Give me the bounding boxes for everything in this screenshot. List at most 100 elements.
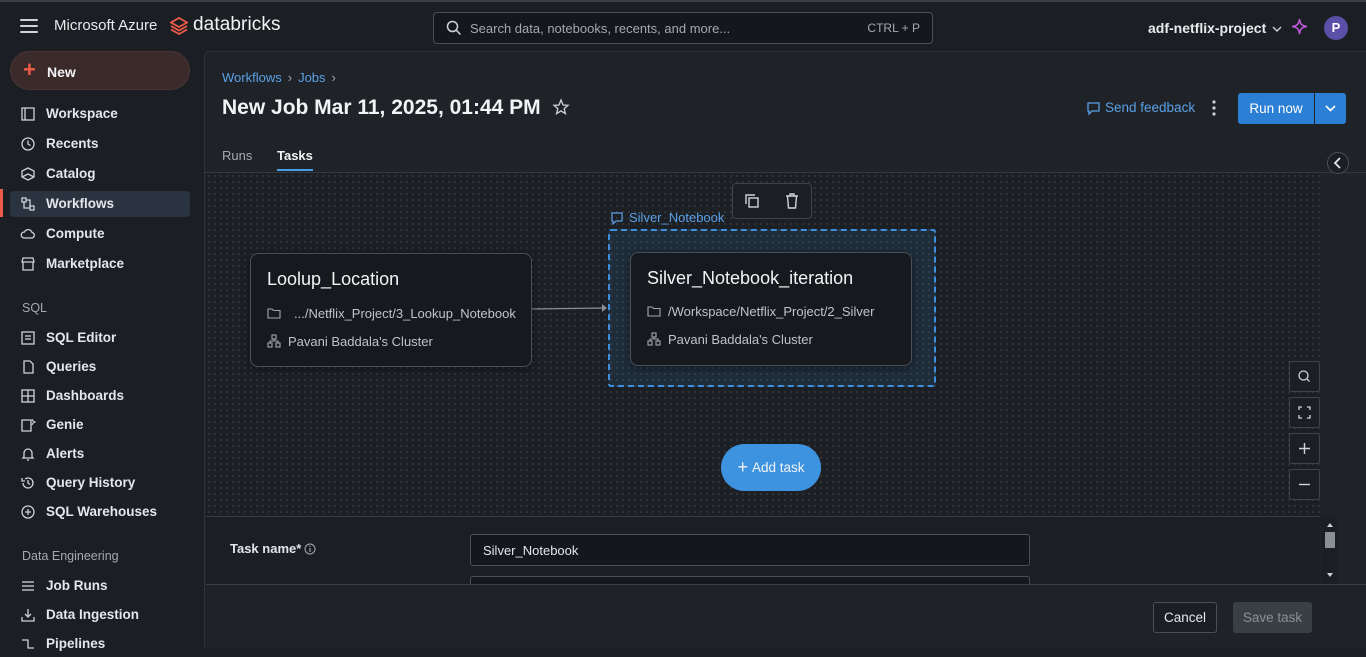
cancel-button[interactable]: Cancel: [1153, 602, 1217, 633]
sidebar-item-label: Genie: [46, 417, 84, 432]
task-node-title: Loolup_Location: [267, 269, 400, 289]
sidebar-item-label: SQL Editor: [46, 330, 117, 345]
breadcrumb-jobs[interactable]: Jobs: [298, 70, 325, 85]
save-task-button[interactable]: Save task: [1233, 602, 1312, 633]
sidebar-item-workspace[interactable]: Workspace: [10, 101, 190, 127]
section-label-sql: SQL: [22, 301, 48, 315]
task-node-title: Silver_Notebook_iteration: [647, 268, 854, 288]
sidebar-item-label: Marketplace: [46, 256, 125, 271]
sidebar-item-recents[interactable]: Recents: [10, 131, 190, 157]
search-input[interactable]: Search data, notebooks, recents, and mor…: [433, 12, 933, 44]
fit-view-button[interactable]: [1289, 397, 1320, 428]
folder-icon: [267, 308, 281, 319]
sidebar-item-label: Workflows: [46, 196, 115, 211]
menu-icon[interactable]: [20, 19, 38, 33]
brand-name: databricks: [193, 14, 281, 35]
scrollbar-thumb[interactable]: [1325, 532, 1335, 548]
ingest-icon: [21, 609, 35, 622]
collapse-panel-button[interactable]: [1327, 152, 1349, 174]
send-feedback-link[interactable]: Send feedback: [1086, 100, 1196, 116]
sidebar-item-label: SQL Warehouses: [46, 504, 158, 519]
chat-bubble-icon: [1087, 102, 1100, 116]
next-field-input[interactable]: [470, 576, 1030, 584]
folder-icon: [647, 306, 661, 317]
sidebar-item-queries[interactable]: Queries: [10, 354, 190, 380]
history-icon: [21, 477, 34, 489]
run-now-button[interactable]: Run now: [1238, 93, 1314, 124]
clock-icon: [21, 137, 35, 151]
scrollbar[interactable]: [1321, 516, 1337, 584]
node-toolbar: [732, 183, 812, 219]
catalog-icon: [21, 167, 35, 181]
cluster-icon: [647, 332, 661, 346]
scroll-down-icon[interactable]: [1325, 570, 1335, 580]
selected-task-label: Silver_Notebook: [610, 210, 724, 225]
delete-icon[interactable]: [783, 192, 801, 210]
sidebar-item-genie[interactable]: Genie: [10, 412, 190, 438]
plus-icon: [1299, 443, 1310, 454]
task-node-lookup[interactable]: Loolup_Location .../Netflix_Project/3_Lo…: [250, 253, 532, 367]
star-icon[interactable]: [552, 98, 570, 116]
sidebar-item-label: Pipelines: [46, 636, 106, 651]
sidebar-item-sql-warehouses[interactable]: SQL Warehouses: [10, 499, 190, 525]
sidebar-item-data-ingestion[interactable]: Data Ingestion: [10, 602, 190, 628]
zoom-search-button[interactable]: [1289, 361, 1320, 392]
pipeline-icon: [22, 639, 34, 649]
zoom-in-button[interactable]: [1289, 433, 1320, 464]
sidebar-item-label: Query History: [46, 475, 136, 490]
scroll-up-icon[interactable]: [1325, 520, 1335, 530]
sidebar-item-pipelines[interactable]: Pipelines: [10, 631, 190, 657]
sidebar-item-job-runs[interactable]: Job Runs: [10, 573, 190, 599]
breadcrumb: Workflows › Jobs ›: [222, 70, 336, 85]
sidebar-item-catalog[interactable]: Catalog: [10, 161, 190, 187]
workspace-name: adf-netflix-project: [1148, 20, 1267, 36]
task-config-panel: Task name* Silver_Notebook: [206, 516, 1320, 584]
cloud-brand: Microsoft Azure: [54, 17, 158, 34]
sidebar-item-dashboards[interactable]: Dashboards: [10, 383, 190, 409]
tab-runs[interactable]: Runs: [222, 148, 252, 169]
top-bar: Microsoft Azure databricks Search data, …: [0, 0, 1366, 51]
sidebar-item-marketplace[interactable]: Marketplace: [10, 251, 190, 277]
add-task-button[interactable]: + Add task: [721, 444, 821, 491]
duplicate-icon[interactable]: [743, 192, 761, 210]
notebook-icon: [611, 212, 623, 225]
genie-icon: [21, 418, 36, 432]
more-options-icon[interactable]: [1209, 99, 1219, 117]
search-icon: [1298, 370, 1310, 382]
sidebar: + New Workspace Recents Catalog Workflow…: [0, 51, 204, 651]
sidebar-item-alerts[interactable]: Alerts: [10, 441, 190, 467]
tab-tasks[interactable]: Tasks: [277, 148, 313, 171]
cluster-icon: [267, 334, 281, 348]
sidebar-item-query-history[interactable]: Query History: [10, 470, 190, 496]
dashboard-icon: [21, 389, 35, 403]
search-placeholder: Search data, notebooks, recents, and mor…: [470, 21, 731, 36]
assistant-sparkle-icon[interactable]: [1291, 18, 1308, 35]
sidebar-item-label: Catalog: [46, 166, 96, 181]
sidebar-item-sql-editor[interactable]: SQL Editor: [10, 325, 190, 351]
dag-canvas[interactable]: Loolup_Location .../Netflix_Project/3_Lo…: [206, 173, 1320, 516]
cloud-icon: [20, 228, 35, 239]
run-options-button[interactable]: [1315, 93, 1346, 124]
zoom-out-button[interactable]: [1289, 469, 1320, 500]
chevron-down-icon: [1325, 105, 1336, 112]
sidebar-item-label: Recents: [46, 136, 99, 151]
send-feedback-label: Send feedback: [1105, 100, 1196, 115]
chevron-down-icon: [1272, 26, 1282, 32]
queries-icon: [23, 360, 34, 374]
search-shortcut: CTRL + P: [867, 21, 920, 35]
new-button[interactable]: + New: [10, 51, 190, 90]
minus-icon: [1299, 483, 1310, 486]
avatar[interactable]: P: [1324, 16, 1348, 40]
task-node-silver[interactable]: Silver_Notebook_iteration /Workspace/Net…: [630, 252, 912, 366]
task-name-input[interactable]: Silver_Notebook: [470, 534, 1030, 566]
main-panel: Workflows › Jobs › New Job Mar 11, 2025, 01…: [204, 51, 1366, 648]
workspace-selector[interactable]: adf-netflix-project: [1148, 20, 1282, 36]
info-icon[interactable]: [304, 543, 316, 555]
list-icon: [22, 581, 34, 591]
sidebar-item-compute[interactable]: Compute: [10, 221, 190, 247]
breadcrumb-workflows[interactable]: Workflows: [222, 70, 282, 85]
editor-icon: [21, 331, 35, 345]
sidebar-item-workflows[interactable]: Workflows: [10, 191, 190, 217]
sidebar-item-label: Queries: [46, 359, 97, 374]
sidebar-item-label: Alerts: [46, 446, 85, 461]
